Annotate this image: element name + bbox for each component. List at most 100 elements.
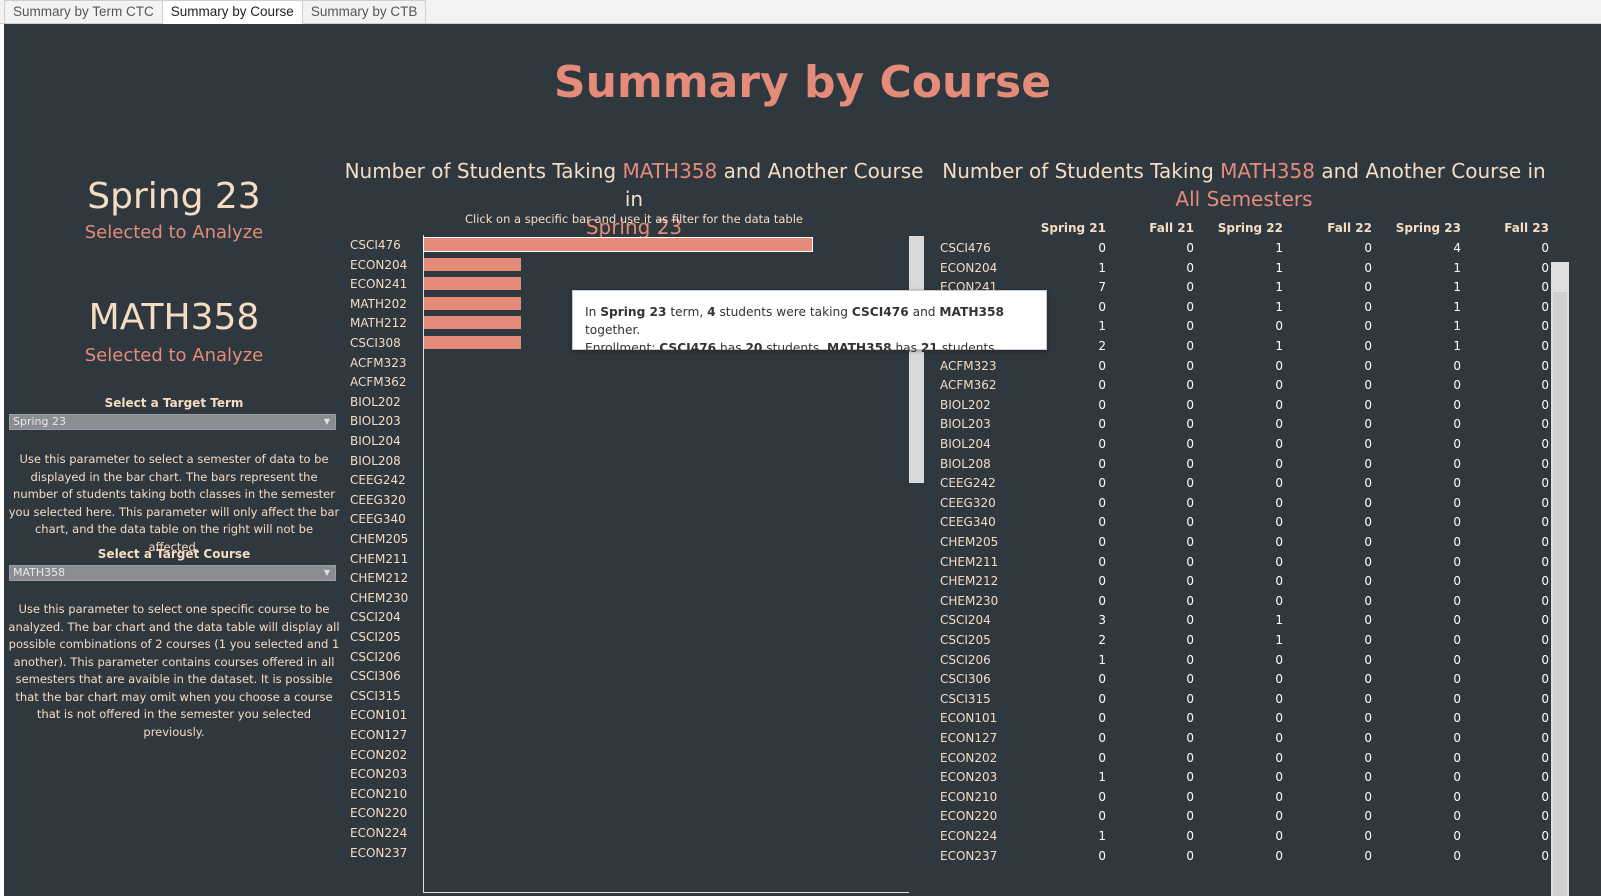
table-cell: 0 bbox=[1364, 515, 1372, 530]
bar-category-label: ECON220 bbox=[350, 806, 408, 821]
table-cell: 1 bbox=[1275, 613, 1283, 628]
table-cell: 0 bbox=[1275, 319, 1283, 334]
table-cell: 1 bbox=[1453, 280, 1461, 295]
table-cell: 0 bbox=[1098, 456, 1106, 471]
table-row-label: BIOL208 bbox=[940, 456, 991, 471]
table-cell: 1 bbox=[1098, 319, 1106, 334]
table-cell: 0 bbox=[1186, 554, 1194, 569]
table-cell: 0 bbox=[1275, 652, 1283, 667]
table-row-label: CHEM212 bbox=[940, 574, 999, 589]
table-cell: 0 bbox=[1186, 358, 1194, 373]
table-cell: 2 bbox=[1098, 339, 1106, 353]
tab-summary-by-term-ctc[interactable]: Summary by Term CTC bbox=[4, 0, 163, 23]
table-cell: 0 bbox=[1186, 809, 1194, 824]
bar-math202[interactable] bbox=[424, 296, 522, 310]
table-cell: 0 bbox=[1364, 672, 1372, 687]
table-cell: 0 bbox=[1541, 633, 1549, 647]
table-column-header[interactable]: Fall 21 bbox=[1114, 221, 1194, 235]
table-cell: 0 bbox=[1541, 829, 1549, 843]
table-cell: 0 bbox=[1186, 260, 1194, 275]
table-cell: 0 bbox=[1453, 515, 1461, 530]
bar-category-label: ECON202 bbox=[350, 747, 408, 762]
table-cell: 0 bbox=[1541, 789, 1549, 804]
table-column-header[interactable]: Fall 22 bbox=[1292, 221, 1372, 235]
table-cell: 0 bbox=[1364, 652, 1372, 667]
table-cell: 0 bbox=[1098, 711, 1106, 726]
table-cell: 0 bbox=[1453, 731, 1461, 745]
table-cell: 0 bbox=[1364, 770, 1372, 785]
bar-category-label: CEEG242 bbox=[350, 473, 406, 488]
bar-category-label: CHEM212 bbox=[350, 571, 409, 586]
tooltip-course-a: CSCI476 bbox=[851, 305, 909, 319]
table-row-label: BIOL203 bbox=[940, 417, 991, 432]
table-title-prefix: Number of Students Taking bbox=[942, 159, 1214, 183]
table-cell: 0 bbox=[1453, 476, 1461, 491]
bar-econ204[interactable] bbox=[424, 257, 522, 271]
table-cell: 1 bbox=[1453, 319, 1461, 334]
table-cell: 7 bbox=[1098, 280, 1106, 295]
bar-category-label: ECON204 bbox=[350, 257, 408, 272]
tooltip-count: 4 bbox=[707, 305, 716, 319]
table-cell: 0 bbox=[1453, 378, 1461, 393]
table-cell: 0 bbox=[1541, 456, 1549, 471]
table-cell: 0 bbox=[1453, 809, 1461, 824]
table-scrollbar[interactable] bbox=[1551, 262, 1569, 896]
bar-csci476[interactable] bbox=[422, 237, 814, 252]
table-cell: 0 bbox=[1186, 691, 1194, 706]
table-cell: 0 bbox=[1541, 397, 1549, 412]
table-cell: 0 bbox=[1541, 535, 1549, 549]
tooltip-course-a: CSCI476 bbox=[659, 341, 717, 355]
target-term-description: Use this parameter to select a semester … bbox=[8, 452, 340, 554]
bar-category-label: ACFM323 bbox=[350, 355, 407, 370]
table-column-header[interactable]: Spring 22 bbox=[1203, 221, 1283, 235]
table-row-label: CEEG320 bbox=[940, 495, 996, 510]
table-cell: 0 bbox=[1186, 378, 1194, 393]
bar-econ241[interactable] bbox=[424, 277, 522, 291]
chevron-down-icon: ▼ bbox=[323, 417, 330, 426]
table-cell: 0 bbox=[1098, 672, 1106, 687]
target-term-dropdown[interactable]: Spring 23 ▼ bbox=[9, 414, 336, 430]
table-cell: 0 bbox=[1541, 319, 1549, 334]
table-scrollbar-thumb[interactable] bbox=[1553, 292, 1567, 896]
table-cell: 0 bbox=[1541, 691, 1549, 706]
table-cell: 0 bbox=[1541, 241, 1549, 255]
table-row-label: CHEM211 bbox=[940, 554, 999, 569]
table-cell: 0 bbox=[1186, 535, 1194, 549]
table-cell: 0 bbox=[1364, 711, 1372, 726]
table-column-header[interactable]: Spring 23 bbox=[1381, 221, 1461, 235]
table-cell: 0 bbox=[1541, 299, 1549, 314]
table-cell: 0 bbox=[1186, 397, 1194, 412]
table-cell: 0 bbox=[1453, 456, 1461, 471]
bar-category-label: CSCI204 bbox=[350, 610, 401, 625]
table-row-label: CEEG242 bbox=[940, 476, 996, 491]
table-cell: 0 bbox=[1364, 358, 1372, 373]
selected-course-caption: Selected to Analyze bbox=[84, 345, 264, 366]
table-cell: 0 bbox=[1364, 789, 1372, 804]
table-cell: 0 bbox=[1186, 711, 1194, 726]
target-course-dropdown[interactable]: MATH358 ▼ bbox=[9, 565, 336, 581]
bar-csci308[interactable] bbox=[424, 336, 522, 349]
table-row-label: ECON101 bbox=[940, 711, 998, 726]
table-cell: 0 bbox=[1453, 848, 1461, 863]
bar-category-label: CSCI308 bbox=[350, 336, 401, 350]
tab-summary-by-course[interactable]: Summary by Course bbox=[162, 0, 303, 24]
tab-summary-by-ctb[interactable]: Summary by CTB bbox=[302, 0, 427, 23]
dashboard: Summary by Course Spring 23 Selected to … bbox=[4, 24, 1601, 896]
sheet-tab-bar: Summary by Term CTC Summary by Course Su… bbox=[0, 0, 1601, 24]
table-column-header[interactable]: Spring 21 bbox=[1026, 221, 1106, 235]
table-row-label: CSCI205 bbox=[940, 633, 991, 647]
table-cell: 1 bbox=[1098, 652, 1106, 667]
bar-chart-scrollbar-thumb[interactable] bbox=[909, 236, 924, 483]
bar-math212[interactable] bbox=[424, 316, 522, 330]
table-cell: 0 bbox=[1186, 299, 1194, 314]
table-cell: 0 bbox=[1364, 848, 1372, 863]
page-title: Summary by Course bbox=[553, 57, 1052, 108]
table-cell: 0 bbox=[1098, 417, 1106, 432]
table-cell: 0 bbox=[1541, 339, 1549, 353]
table-cell: 0 bbox=[1541, 417, 1549, 432]
table-cell: 1 bbox=[1098, 260, 1106, 275]
table-cell: 4 bbox=[1453, 241, 1461, 255]
table-column-header[interactable]: Fall 23 bbox=[1469, 221, 1549, 235]
table-cell: 1 bbox=[1275, 280, 1283, 295]
bar-category-label: MATH202 bbox=[350, 296, 407, 311]
